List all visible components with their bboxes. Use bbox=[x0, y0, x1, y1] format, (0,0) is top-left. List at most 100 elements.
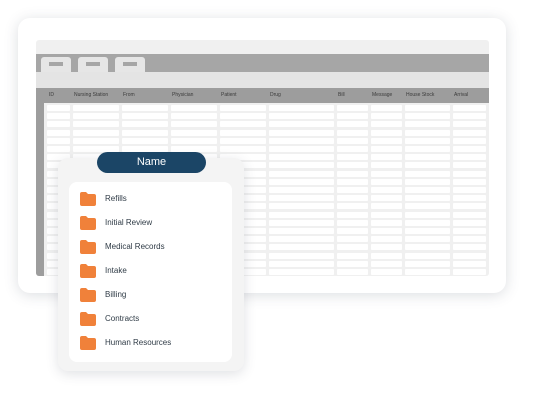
table-cell[interactable] bbox=[171, 113, 217, 120]
table-cell[interactable] bbox=[269, 195, 334, 202]
table-cell[interactable] bbox=[220, 137, 266, 144]
table-cell[interactable] bbox=[73, 113, 119, 120]
table-cell[interactable] bbox=[405, 137, 450, 144]
column-header-from[interactable]: From bbox=[123, 92, 135, 98]
table-cell[interactable] bbox=[405, 228, 450, 234]
table-cell[interactable] bbox=[122, 137, 168, 144]
table-cell[interactable] bbox=[405, 269, 450, 275]
table-cell[interactable] bbox=[337, 146, 368, 152]
table-cell[interactable] bbox=[269, 113, 334, 120]
table-cell[interactable] bbox=[269, 154, 334, 161]
table-cell[interactable] bbox=[371, 105, 402, 111]
table-cell[interactable] bbox=[171, 129, 217, 136]
table-cell[interactable] bbox=[47, 129, 70, 136]
table-cell[interactable] bbox=[269, 244, 334, 251]
tab-3[interactable] bbox=[115, 57, 145, 72]
folder-item-intake[interactable]: Intake bbox=[80, 264, 230, 280]
table-cell[interactable] bbox=[337, 203, 368, 210]
table-cell[interactable] bbox=[269, 121, 334, 128]
table-cell[interactable] bbox=[220, 105, 266, 111]
folder-item-billing[interactable]: Billing bbox=[80, 288, 230, 304]
table-cell[interactable] bbox=[337, 105, 368, 111]
table-cell[interactable] bbox=[405, 129, 450, 136]
table-cell[interactable] bbox=[269, 211, 334, 218]
table-cell[interactable] bbox=[405, 146, 450, 152]
table-cell[interactable] bbox=[453, 129, 486, 136]
table-cell[interactable] bbox=[405, 105, 450, 111]
table-cell[interactable] bbox=[371, 187, 402, 193]
table-row[interactable] bbox=[45, 113, 489, 120]
table-cell[interactable] bbox=[453, 228, 486, 234]
table-cell[interactable] bbox=[453, 146, 486, 152]
table-cell[interactable] bbox=[405, 154, 450, 161]
table-cell[interactable] bbox=[405, 236, 450, 243]
table-cell[interactable] bbox=[405, 178, 450, 185]
table-cell[interactable] bbox=[453, 203, 486, 210]
table-row[interactable] bbox=[45, 137, 489, 144]
table-cell[interactable] bbox=[405, 211, 450, 218]
table-cell[interactable] bbox=[269, 105, 334, 111]
table-cell[interactable] bbox=[73, 105, 119, 111]
table-cell[interactable] bbox=[453, 137, 486, 144]
table-cell[interactable] bbox=[269, 137, 334, 144]
table-cell[interactable] bbox=[73, 137, 119, 144]
folder-item-refills[interactable]: Refills bbox=[80, 192, 230, 208]
table-cell[interactable] bbox=[171, 137, 217, 144]
table-cell[interactable] bbox=[337, 252, 368, 259]
table-cell[interactable] bbox=[337, 162, 368, 169]
table-cell[interactable] bbox=[371, 146, 402, 152]
table-cell[interactable] bbox=[337, 219, 368, 226]
table-cell[interactable] bbox=[269, 260, 334, 267]
column-header-id[interactable]: ID bbox=[49, 92, 54, 98]
table-cell[interactable] bbox=[337, 269, 368, 275]
table-cell[interactable] bbox=[405, 203, 450, 210]
column-header-physician[interactable]: Physician bbox=[172, 92, 193, 98]
table-cell[interactable] bbox=[453, 154, 486, 161]
table-cell[interactable] bbox=[337, 236, 368, 243]
table-cell[interactable] bbox=[337, 137, 368, 144]
table-cell[interactable] bbox=[220, 121, 266, 128]
column-header-nursing-station[interactable]: Nursing Station bbox=[74, 92, 108, 98]
table-cell[interactable] bbox=[220, 113, 266, 120]
name-header-pill[interactable]: Name bbox=[97, 152, 206, 173]
table-cell[interactable] bbox=[453, 219, 486, 226]
table-cell[interactable] bbox=[269, 129, 334, 136]
table-row[interactable] bbox=[45, 129, 489, 136]
table-cell[interactable] bbox=[453, 105, 486, 111]
table-cell[interactable] bbox=[171, 121, 217, 128]
tab-1[interactable] bbox=[41, 57, 71, 72]
table-cell[interactable] bbox=[337, 121, 368, 128]
table-cell[interactable] bbox=[371, 129, 402, 136]
table-cell[interactable] bbox=[122, 129, 168, 136]
table-cell[interactable] bbox=[371, 228, 402, 234]
table-cell[interactable] bbox=[453, 162, 486, 169]
table-cell[interactable] bbox=[453, 244, 486, 251]
table-cell[interactable] bbox=[47, 113, 70, 120]
table-cell[interactable] bbox=[453, 195, 486, 202]
table-cell[interactable] bbox=[371, 137, 402, 144]
table-cell[interactable] bbox=[371, 236, 402, 243]
table-cell[interactable] bbox=[405, 252, 450, 259]
table-cell[interactable] bbox=[337, 170, 368, 177]
table-cell[interactable] bbox=[337, 178, 368, 185]
table-cell[interactable] bbox=[337, 154, 368, 161]
table-cell[interactable] bbox=[337, 260, 368, 267]
table-cell[interactable] bbox=[269, 178, 334, 185]
table-cell[interactable] bbox=[47, 137, 70, 144]
table-cell[interactable] bbox=[371, 170, 402, 177]
table-row[interactable] bbox=[45, 121, 489, 128]
table-cell[interactable] bbox=[453, 187, 486, 193]
table-cell[interactable] bbox=[405, 260, 450, 267]
table-cell[interactable] bbox=[47, 105, 70, 111]
table-cell[interactable] bbox=[122, 113, 168, 120]
table-cell[interactable] bbox=[405, 113, 450, 120]
table-cell[interactable] bbox=[269, 236, 334, 243]
table-cell[interactable] bbox=[371, 195, 402, 202]
table-cell[interactable] bbox=[453, 211, 486, 218]
table-cell[interactable] bbox=[371, 113, 402, 120]
table-cell[interactable] bbox=[73, 121, 119, 128]
table-cell[interactable] bbox=[453, 113, 486, 120]
table-cell[interactable] bbox=[337, 113, 368, 120]
table-cell[interactable] bbox=[405, 195, 450, 202]
table-cell[interactable] bbox=[220, 129, 266, 136]
